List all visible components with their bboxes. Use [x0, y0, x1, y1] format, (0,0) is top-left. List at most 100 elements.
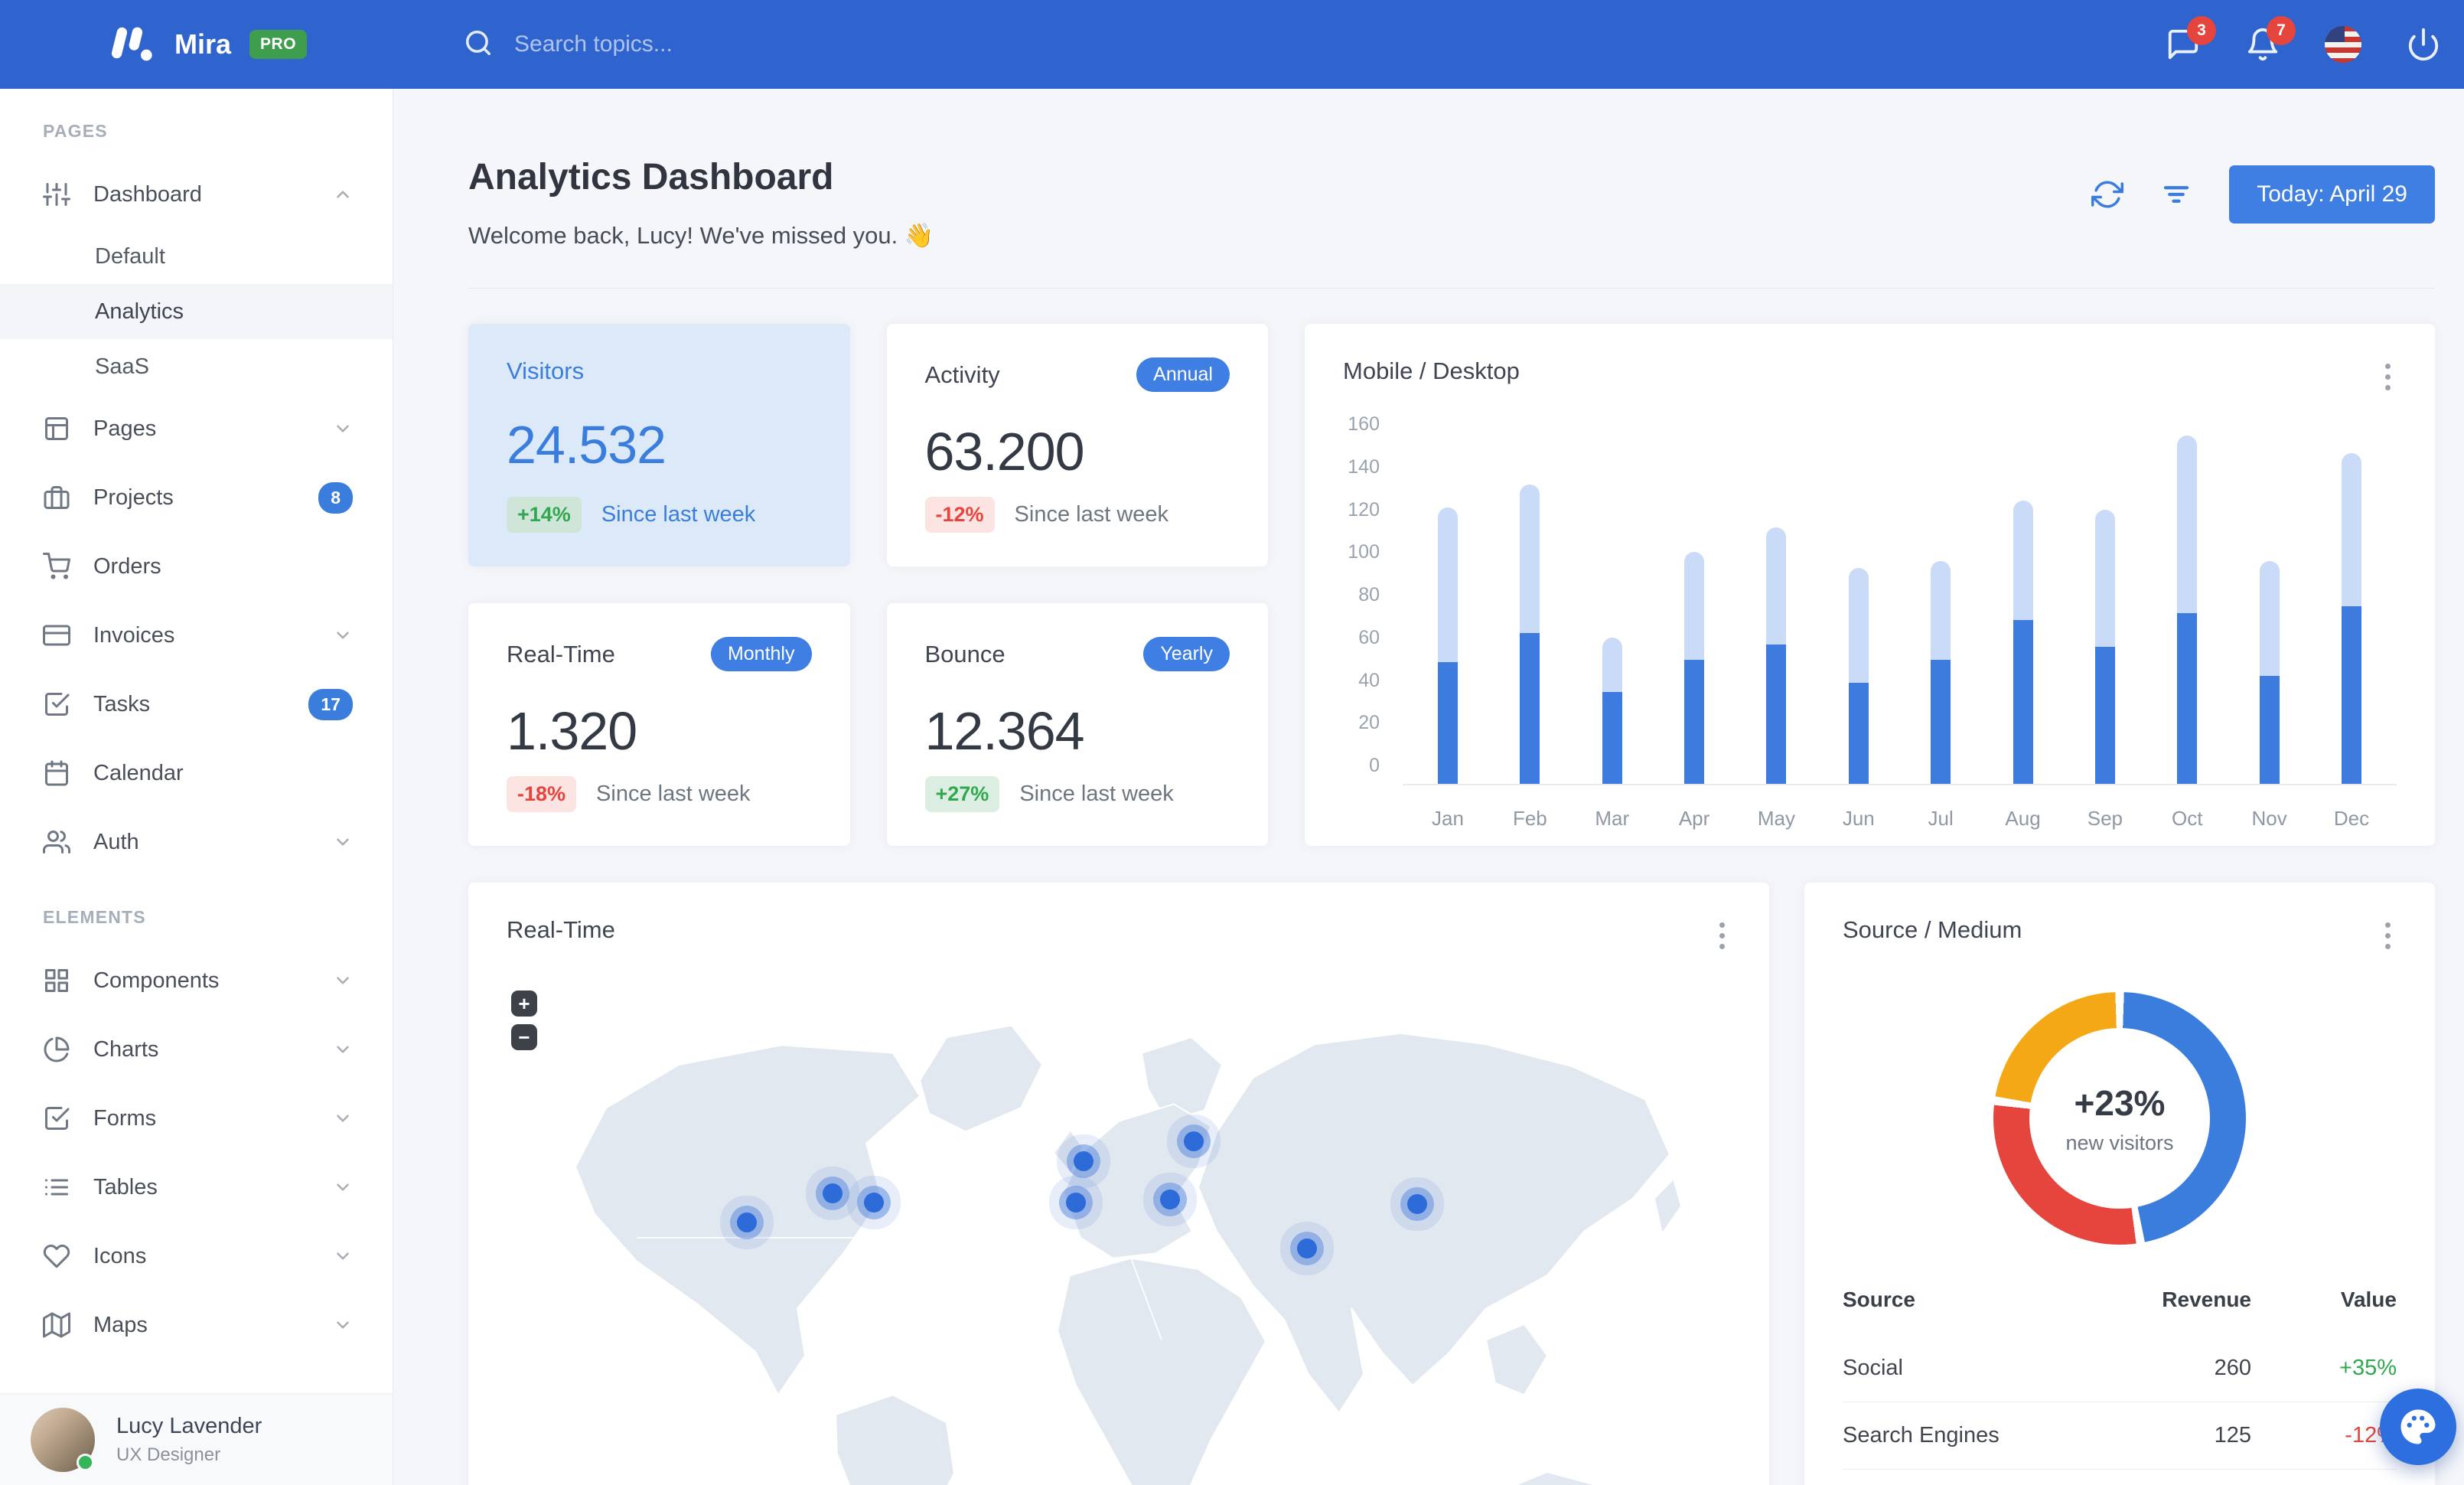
sidebar-item-label: Pages	[93, 416, 157, 441]
sidebar-item-tables[interactable]: Tables	[0, 1153, 393, 1222]
zoom-out-button[interactable]: −	[511, 1024, 537, 1050]
cell-revenue: 125	[2103, 1402, 2251, 1470]
chevron-down-icon	[333, 419, 353, 439]
mobile-desktop-chart-card: Mobile / Desktop 160 140 120 100 80 60 40 20 0 J…	[1305, 324, 2435, 846]
refresh-button[interactable]	[2091, 178, 2124, 211]
refresh-icon	[2091, 181, 2124, 208]
notifications-count-badge: 7	[2267, 16, 2296, 45]
map-marker[interactable]	[1297, 1239, 1318, 1259]
x-tick-label: Nov	[2251, 807, 2287, 830]
donut-center: +23% new visitors	[2029, 1028, 2210, 1209]
donut-chart: +23% new visitors	[1993, 992, 2246, 1245]
delta-badge: -18%	[507, 776, 577, 812]
map-marker[interactable]	[1160, 1189, 1181, 1209]
mira-logo-icon	[107, 20, 156, 69]
bar-group-sep: Sep	[2088, 424, 2123, 831]
x-tick-label: Jul	[1928, 807, 1954, 830]
search-icon	[464, 28, 493, 61]
map-marker[interactable]	[1073, 1151, 1093, 1172]
table-row-social: Social 260 +35%	[1843, 1335, 2397, 1402]
x-axis-line	[1403, 784, 2397, 785]
chart-bar	[2259, 424, 2280, 784]
sidebar-item-tasks[interactable]: Tasks 17	[0, 670, 393, 739]
table-row-direct: Direct164+46%	[1843, 1469, 2397, 1485]
date-button[interactable]: Today: April 29	[2229, 165, 2435, 224]
period-pill[interactable]: Monthly	[710, 637, 812, 671]
sidebar: PAGES Dashboard Default Analytics SaaS Pages P…	[0, 89, 393, 1485]
top-navbar: Mira PRO 3 7	[0, 0, 2464, 89]
sidebar-section-mira-pro: MIRA PRO	[0, 1359, 393, 1393]
map-marker[interactable]	[822, 1183, 843, 1204]
map-marker[interactable]	[864, 1192, 884, 1212]
stat-title: Activity	[924, 361, 1000, 388]
main-content: Analytics Dashboard Welcome back, Lucy! …	[393, 89, 2464, 1485]
bar-chart-y-axis: 160 140 120 100 80 60 40 20 0	[1343, 415, 1403, 775]
sidebar-user[interactable]: Lucy Lavender UX Designer	[0, 1393, 393, 1485]
stat-value: 63.200	[924, 422, 1085, 481]
stats-grid: Visitors 24.532 +14% Since last week Activit…	[468, 324, 1268, 846]
bar-group-jul: Jul	[1928, 424, 1954, 831]
map-marker[interactable]	[736, 1212, 757, 1233]
chart-bar	[1520, 424, 1540, 784]
map-kebab-menu-icon[interactable]	[1713, 916, 1731, 955]
filter-button[interactable]	[2160, 178, 2192, 211]
theme-settings-button[interactable]	[2380, 1389, 2456, 1465]
sidebar-subitem-saas[interactable]: SaaS	[0, 339, 393, 394]
sidebar-item-maps[interactable]: Maps	[0, 1291, 393, 1359]
chart-bar	[1931, 424, 1951, 784]
search-input[interactable]	[514, 31, 1005, 57]
table-header-row: Source Revenue Value	[1843, 1277, 2397, 1335]
language-flag-us-icon[interactable]	[2325, 26, 2361, 63]
sidebar-item-dashboard[interactable]: Dashboard	[0, 160, 393, 229]
messages-button[interactable]: 3	[2166, 16, 2216, 62]
y-tick-label: 0	[1369, 755, 1380, 776]
sidebar-item-pages[interactable]: Pages	[0, 394, 393, 463]
chart-bar	[1602, 424, 1622, 784]
map-marker[interactable]	[1183, 1131, 1204, 1151]
map-marker[interactable]	[1407, 1193, 1428, 1214]
sidebar-item-forms[interactable]: Forms	[0, 1084, 393, 1153]
sidebar-item-orders[interactable]: Orders	[0, 532, 393, 601]
logout-button[interactable]	[2406, 27, 2441, 62]
brand-name: Mira	[174, 28, 232, 60]
chart-kebab-menu-icon[interactable]	[2379, 357, 2397, 397]
page-title: Analytics Dashboard	[468, 157, 834, 197]
sidebar-item-auth[interactable]: Auth	[0, 808, 393, 876]
sidebar-item-icons[interactable]: Icons	[0, 1222, 393, 1291]
page-header: Analytics Dashboard Welcome back, Lucy! …	[468, 156, 2435, 250]
period-pill[interactable]: Annual	[1136, 357, 1230, 392]
source-kebab-menu-icon[interactable]	[2379, 916, 2397, 955]
x-tick-label: Apr	[1678, 807, 1710, 830]
x-tick-label: Oct	[2172, 807, 2203, 830]
stat-value: 1.320	[507, 701, 637, 761]
zoom-in-button[interactable]: +	[511, 991, 537, 1017]
chevron-down-icon	[333, 1177, 353, 1197]
chevron-down-icon	[333, 971, 353, 991]
notifications-button[interactable]: 7	[2245, 16, 2296, 62]
sidebar-subitem-analytics[interactable]: Analytics	[0, 284, 393, 339]
col-revenue: Revenue	[2162, 1288, 2251, 1311]
sidebar-item-calendar[interactable]: Calendar	[0, 739, 393, 808]
bar-group-aug: Aug	[2005, 424, 2041, 831]
x-tick-label: Sep	[2087, 807, 2123, 830]
desktop-segment	[2177, 435, 2198, 613]
sidebar-item-charts[interactable]: Charts	[0, 1015, 393, 1084]
sidebar-item-label: Components	[93, 968, 220, 993]
header-divider	[468, 288, 2435, 289]
chart-bar	[1684, 424, 1705, 784]
sidebar-subitem-default[interactable]: Default	[0, 229, 393, 284]
sidebar-item-projects[interactable]: Projects 8	[0, 463, 393, 532]
sidebar-item-components[interactable]: Components	[0, 946, 393, 1015]
bar-chart: 160 140 120 100 80 60 40 20 0 Jan Feb Mar Apr May Jun…	[1343, 415, 2397, 831]
user-name: Lucy Lavender	[116, 1413, 262, 1438]
sidebar-item-invoices[interactable]: Invoices	[0, 601, 393, 670]
header-controls: Today: April 29	[2091, 165, 2435, 224]
users-icon	[43, 828, 70, 856]
period-pill[interactable]: Yearly	[1143, 637, 1230, 671]
bar-group-jan: Jan	[1432, 424, 1464, 831]
map-marker[interactable]	[1066, 1192, 1086, 1212]
y-tick-label: 100	[1348, 541, 1380, 563]
brand[interactable]: Mira PRO	[107, 20, 308, 69]
source-medium-card: Source / Medium +23% new visitors Source…	[1804, 883, 2435, 1485]
desktop-segment	[1848, 568, 1869, 683]
